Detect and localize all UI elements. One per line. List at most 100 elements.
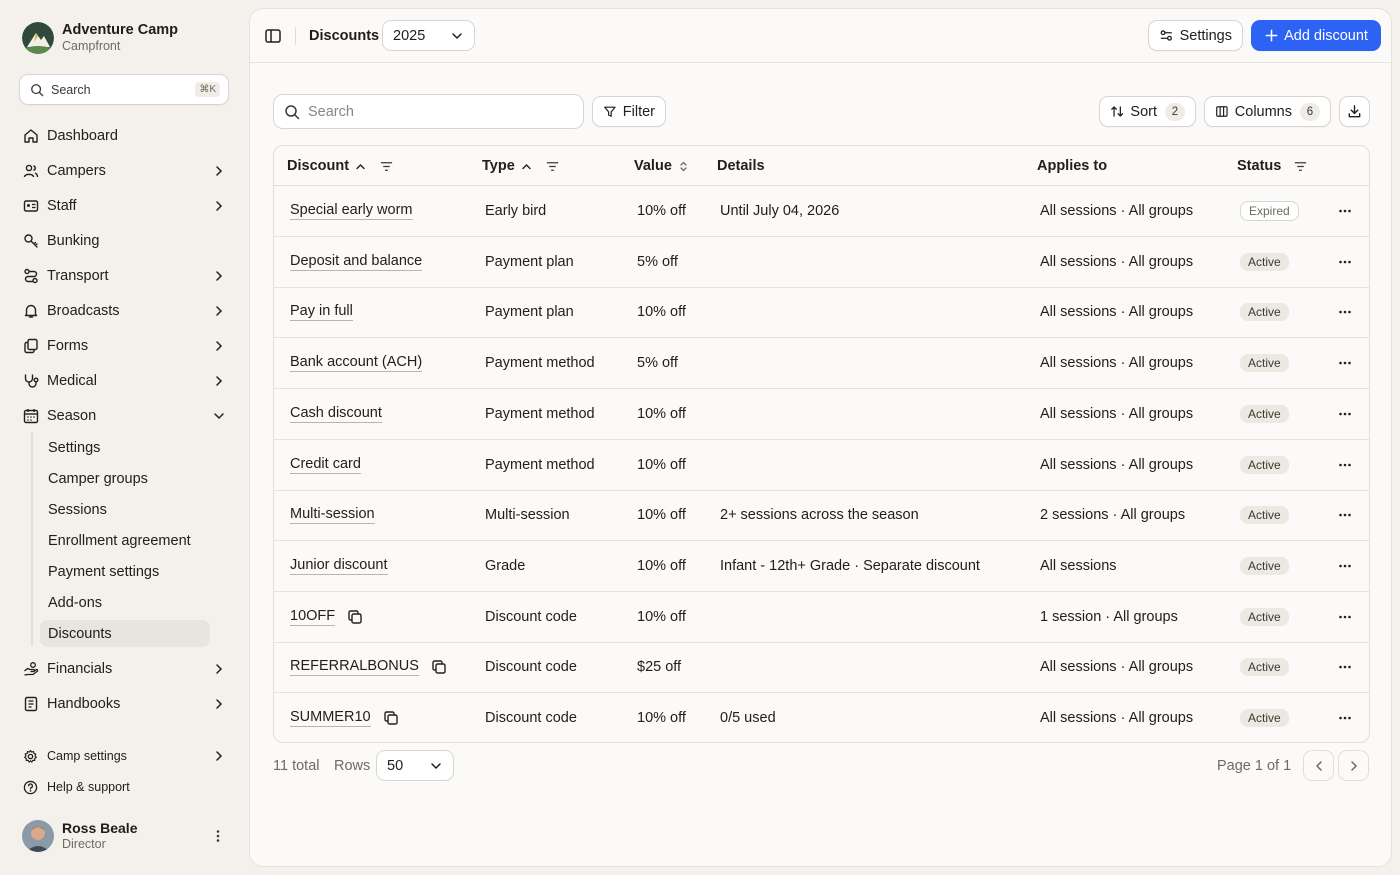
search-icon xyxy=(285,104,300,119)
sidebar-toggle-icon[interactable] xyxy=(264,27,282,45)
season-item-payment-settings[interactable]: Payment settings xyxy=(40,558,210,585)
season-item-camper-groups[interactable]: Camper groups xyxy=(40,465,210,492)
discount-name-cell[interactable]: REFERRALBONUS xyxy=(290,642,447,692)
discount-name-cell[interactable]: 10OFF xyxy=(290,592,363,642)
discount-name-cell[interactable]: Pay in full xyxy=(290,287,353,337)
sidebar-item-transport[interactable]: Transport xyxy=(20,261,232,291)
row-actions-icon[interactable] xyxy=(1337,609,1353,625)
copy-icon[interactable] xyxy=(431,659,447,675)
discount-name-link[interactable]: Deposit and balance xyxy=(290,253,423,271)
discount-name-cell[interactable]: Credit card xyxy=(290,440,361,490)
discount-name-cell[interactable]: Cash discount xyxy=(290,389,382,439)
table-row[interactable]: 10OFF Discount code 10% off 1 session · Al… xyxy=(274,592,1369,643)
discount-name-link[interactable]: REFERRALBONUS xyxy=(290,658,419,677)
column-filter-icon[interactable] xyxy=(545,159,560,174)
column-filter-icon[interactable] xyxy=(1293,159,1308,174)
discount-name-link[interactable]: Junior discount xyxy=(290,557,388,575)
row-actions-icon[interactable] xyxy=(1337,558,1353,574)
row-actions-icon[interactable] xyxy=(1337,406,1353,422)
table-row[interactable]: Special early worm Early bird 10% off Unti… xyxy=(274,186,1369,237)
sidebar-item-dashboard[interactable]: Dashboard xyxy=(20,121,232,151)
rows-per-page-select[interactable]: 50 xyxy=(376,750,454,781)
row-actions-icon[interactable] xyxy=(1337,710,1353,726)
sidebar-item-bunking[interactable]: Bunking xyxy=(20,226,232,256)
column-header-discount[interactable]: Discount xyxy=(287,146,394,186)
table-row[interactable]: Junior discount Grade 10% off Infant - 12t… xyxy=(274,541,1369,592)
season-subnav-line xyxy=(31,432,33,646)
next-page-button[interactable] xyxy=(1338,750,1369,781)
discount-name-link[interactable]: Special early worm xyxy=(290,202,413,220)
copy-icon[interactable] xyxy=(383,710,399,726)
season-item-enrollment-agreement[interactable]: Enrollment agreement xyxy=(40,527,210,554)
user-profile[interactable]: Ross Beale Director xyxy=(22,820,234,852)
brand[interactable]: Adventure Camp Campfront xyxy=(22,22,178,54)
sidebar-item-label: Forms xyxy=(47,338,89,354)
search-input[interactable] xyxy=(308,103,573,120)
sidebar-item-handbooks[interactable]: Handbooks xyxy=(20,689,232,719)
discount-name-link[interactable]: Multi-session xyxy=(290,506,375,525)
sidebar-item-season[interactable]: Season xyxy=(20,401,232,431)
discount-name-link[interactable]: Credit card xyxy=(290,456,361,474)
sidebar-item-medical[interactable]: Medical xyxy=(20,366,232,396)
sidebar-search[interactable]: Search ⌘K xyxy=(19,74,229,105)
row-actions-icon[interactable] xyxy=(1337,254,1353,270)
column-header-type[interactable]: Type xyxy=(482,146,560,186)
sidebar-item-financials[interactable]: Financials xyxy=(20,654,232,684)
season-item-sessions[interactable]: Sessions xyxy=(40,496,210,523)
status-cell: Expired xyxy=(1240,186,1299,236)
brand-name: Adventure Camp xyxy=(62,22,179,38)
row-actions-icon[interactable] xyxy=(1337,203,1353,219)
add-discount-button[interactable]: Add discount xyxy=(1251,20,1381,51)
table-search[interactable] xyxy=(273,94,584,129)
table-row[interactable]: Pay in full Payment plan 10% off All sessi… xyxy=(274,287,1369,339)
sidebar-help-support[interactable]: Help & support xyxy=(20,774,232,800)
table-row[interactable]: Multi-session Multi-session 10% off 2+ ses… xyxy=(274,490,1369,542)
column-filter-icon[interactable] xyxy=(379,159,394,174)
row-actions-icon[interactable] xyxy=(1337,304,1353,320)
copy-icon[interactable] xyxy=(347,609,363,625)
table-row[interactable]: SUMMER10 Discount code 10% off 0/5 used All… xyxy=(274,693,1369,742)
filter-button[interactable]: Filter xyxy=(592,96,666,127)
discount-name-link[interactable]: Cash discount xyxy=(290,405,382,423)
sidebar-item-staff[interactable]: Staff xyxy=(20,191,232,221)
season-item-settings[interactable]: Settings xyxy=(40,434,210,461)
columns-button[interactable]: Columns 6 xyxy=(1204,96,1331,127)
row-actions-icon[interactable] xyxy=(1337,659,1353,675)
more-vertical-icon[interactable] xyxy=(210,828,226,844)
discount-name-link[interactable]: SUMMER10 xyxy=(290,709,371,727)
discount-name-link[interactable]: 10OFF xyxy=(290,608,336,626)
download-button[interactable] xyxy=(1339,96,1370,127)
discount-name-link[interactable]: Bank account (ACH) xyxy=(290,354,423,373)
settings-button[interactable]: Settings xyxy=(1148,20,1243,51)
column-header-status[interactable]: Status xyxy=(1237,146,1308,186)
table-row[interactable]: Bank account (ACH) Payment method 5% off A… xyxy=(274,338,1369,390)
sidebar-item-campers[interactable]: Campers xyxy=(20,156,232,186)
discount-name-cell[interactable]: Bank account (ACH) xyxy=(290,338,423,388)
table-row[interactable]: Credit card Payment method 10% off All ses… xyxy=(274,440,1369,491)
sidebar-item-broadcasts[interactable]: Broadcasts xyxy=(20,296,232,326)
add-discount-label: Add discount xyxy=(1284,27,1368,44)
season-item-discounts[interactable]: Discounts xyxy=(40,620,210,647)
discount-name-link[interactable]: Pay in full xyxy=(290,303,353,322)
row-actions-icon[interactable] xyxy=(1337,457,1353,473)
season-item-add-ons[interactable]: Add-ons xyxy=(40,589,210,616)
prev-page-button[interactable] xyxy=(1303,750,1334,781)
discount-name-cell[interactable]: Junior discount xyxy=(290,541,388,591)
discount-name-cell[interactable]: SUMMER10 xyxy=(290,693,399,742)
row-actions-icon[interactable] xyxy=(1337,355,1353,371)
discount-name-cell[interactable]: Multi-session xyxy=(290,490,375,540)
discount-name-cell[interactable]: Deposit and balance xyxy=(290,237,423,287)
row-actions-icon[interactable] xyxy=(1337,507,1353,523)
year-select[interactable]: 2025 xyxy=(382,20,475,51)
sort-button[interactable]: Sort 2 xyxy=(1099,96,1196,127)
table-row[interactable]: Deposit and balance Payment plan 5% off Al… xyxy=(274,237,1369,288)
column-header-value[interactable]: Value xyxy=(634,146,690,186)
avatar xyxy=(22,820,54,852)
table-row[interactable]: Cash discount Payment method 10% off All s… xyxy=(274,389,1369,440)
discount-name-cell[interactable]: Special early worm xyxy=(290,186,413,236)
sidebar-item-forms[interactable]: Forms xyxy=(20,331,232,361)
column-header-details[interactable]: Details xyxy=(717,146,765,186)
sidebar-camp-settings[interactable]: Camp settings xyxy=(20,743,232,769)
column-header-applies-to[interactable]: Applies to xyxy=(1037,146,1107,186)
table-row[interactable]: REFERRALBONUS Discount code $25 off All se… xyxy=(274,642,1369,694)
